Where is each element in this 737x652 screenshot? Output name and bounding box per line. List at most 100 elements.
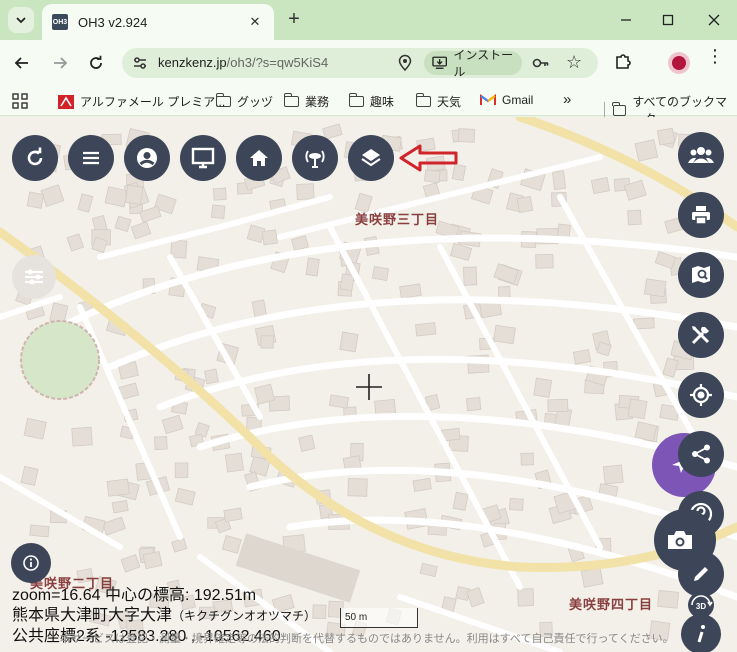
building-footprint: [104, 186, 129, 208]
info-italic-icon: [697, 625, 705, 643]
account-button[interactable]: [124, 135, 170, 181]
bookmark-weather[interactable]: 天気: [415, 93, 462, 110]
building-footprint: [298, 434, 316, 452]
building-footprint: [171, 538, 188, 553]
layers-button[interactable]: [348, 135, 394, 181]
building-footprint: [547, 398, 569, 413]
apps-grid-button[interactable]: [12, 93, 28, 109]
building-footprint: [509, 497, 524, 511]
building-footprint: [174, 487, 196, 506]
building-footprint: [291, 235, 309, 252]
bookmark-star-icon[interactable]: ☆: [566, 52, 582, 73]
building-footprint: [634, 421, 658, 442]
building-footprint: [40, 184, 65, 208]
building-footprint: [520, 452, 535, 466]
reload-button[interactable]: [84, 51, 108, 75]
building-footprint: [223, 507, 243, 523]
password-key-icon[interactable]: [532, 55, 550, 71]
gmail-icon: [480, 94, 496, 105]
location-pin-icon[interactable]: [396, 54, 414, 72]
building-footprint: [632, 317, 655, 330]
more-bookmarks-button[interactable]: »: [563, 91, 571, 108]
bookmark-gmail[interactable]: Gmail: [480, 93, 533, 107]
building-footprint: [161, 414, 184, 435]
url-text[interactable]: kenzkenz.jp/oh3/?s=qw5KiS4: [158, 55, 328, 70]
display-button[interactable]: [180, 135, 226, 181]
filter-button[interactable]: [12, 255, 56, 299]
building-footprint: [204, 368, 219, 385]
building-footprint: [20, 465, 39, 486]
building-footprint: [551, 170, 567, 191]
avatar-image: [672, 56, 686, 70]
camera-icon: [668, 531, 692, 549]
bookmark-work[interactable]: 業務: [283, 93, 330, 110]
browser-menu-button[interactable]: ⋮: [706, 47, 724, 65]
address-bar[interactable]: kenzkenz.jp/oh3/?s=qw5KiS4 インストール ☆: [122, 48, 598, 79]
info-icon: [23, 555, 39, 571]
forward-button[interactable]: [48, 51, 72, 75]
tab-close-button[interactable]: ✕: [246, 13, 264, 31]
building-footprint: [23, 417, 47, 440]
close-icon: [708, 14, 720, 26]
sliders-icon: [25, 269, 43, 285]
building-footprint: [371, 266, 390, 282]
building-footprint: [656, 127, 676, 146]
users-button[interactable]: [678, 132, 724, 178]
building-footprint: [224, 452, 244, 473]
browser-tab[interactable]: OH3 OH3 v2.924 ✕: [42, 4, 274, 40]
building-footprint: [412, 477, 432, 492]
install-app-button[interactable]: インストール: [424, 48, 522, 79]
share-button[interactable]: [678, 431, 724, 477]
building-footprint: [102, 516, 126, 536]
menu-button[interactable]: [68, 135, 114, 181]
profile-avatar[interactable]: [668, 52, 690, 74]
map-center-crosshair-icon: [356, 374, 382, 400]
building-footprint: [465, 397, 482, 412]
broadcast-button[interactable]: [292, 135, 338, 181]
print-button[interactable]: [678, 192, 724, 238]
building-footprint: [602, 464, 624, 485]
bookmark-label: 天気: [437, 95, 462, 109]
bookmark-label: 趣味: [370, 95, 395, 109]
satellite-antenna-icon: [305, 150, 325, 168]
building-footprint: [535, 253, 554, 269]
map-viewport[interactable]: 美咲野三丁目 美咲野四丁目 美咲野二丁目 3D zoom=16.64 中心の標高…: [0, 117, 737, 652]
bookmark-hobby[interactable]: 趣味: [348, 93, 395, 110]
site-settings-icon[interactable]: [132, 55, 148, 71]
info-button[interactable]: [11, 543, 51, 583]
pencil-icon: [694, 567, 708, 581]
building-footprint: [29, 524, 50, 538]
reload-icon: [90, 55, 102, 69]
bookmark-label: 業務: [305, 95, 330, 109]
home-button[interactable]: [236, 135, 282, 181]
new-tab-button[interactable]: +: [283, 8, 305, 30]
apps-grid-icon: [12, 93, 28, 109]
maximize-button[interactable]: [656, 8, 680, 32]
current-location-button[interactable]: [678, 372, 724, 418]
minimize-button[interactable]: [614, 8, 638, 32]
close-window-button[interactable]: [702, 8, 726, 32]
building-footprint: [493, 324, 516, 345]
extensions-icon[interactable]: [612, 51, 634, 73]
bookmark-goods[interactable]: グッヅ: [215, 93, 273, 110]
browser-titlebar: OH3 OH3 v2.924 ✕ +: [0, 0, 737, 40]
divider: [604, 102, 605, 118]
arrow-left-icon: [14, 57, 28, 69]
info-italic-button[interactable]: [681, 614, 721, 652]
tab-search-button[interactable]: [8, 7, 34, 33]
building-footprint: [419, 562, 438, 578]
refresh-button[interactable]: [12, 135, 58, 181]
chevron-down-icon: [16, 17, 26, 24]
bookmark-alpha-mail[interactable]: アルファメール プレミア...: [58, 93, 225, 110]
back-button[interactable]: [10, 51, 34, 75]
building-footprint: [450, 242, 473, 262]
tools-button[interactable]: [678, 312, 724, 358]
tab-title: OH3 v2.924: [78, 14, 148, 30]
building-footprint: [516, 195, 534, 214]
map-search-button[interactable]: [678, 252, 724, 298]
building-footprint: [253, 383, 276, 405]
bookmarks-bar: アルファメール プレミア... グッヅ 業務 趣味 天気 Gmail » すべて…: [0, 86, 737, 126]
arrow-right-icon: [54, 57, 68, 69]
building-footprint: [26, 191, 45, 209]
building-footprint: [643, 278, 667, 298]
